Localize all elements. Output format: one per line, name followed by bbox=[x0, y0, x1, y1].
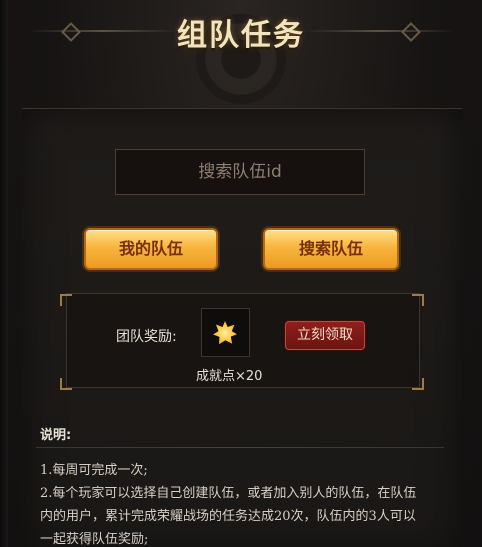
corner-ornament bbox=[60, 294, 72, 306]
my-team-button[interactable]: 我的队伍 bbox=[84, 228, 218, 270]
reward-count: 成就点×20 bbox=[196, 369, 263, 384]
team-reward-label: 团队奖励: bbox=[116, 329, 177, 345]
team-task-page: 组队任务 我的队伍 搜索队伍 团队奖励: 成就点×20 立刻领取 说明: 1.每… bbox=[0, 0, 482, 547]
corner-ornament bbox=[412, 378, 424, 390]
description-line: 2.每个玩家可以选择自己创建队伍，或者加入别人的队伍，在队伍 bbox=[40, 486, 417, 501]
corner-ornament bbox=[60, 378, 72, 390]
page-title: 组队任务 bbox=[177, 18, 305, 53]
search-team-id-input[interactable] bbox=[115, 149, 365, 195]
description-text: 1.每周可完成一次; 2.每个玩家可以选择自己创建队伍，或者加入别人的队伍，在队… bbox=[40, 459, 450, 547]
description-line: 内的用户，累计完成荣耀战场的任务达成20次，队伍内的3人可以 bbox=[40, 509, 416, 524]
description-title: 说明: bbox=[40, 428, 72, 443]
description-line: 1.每周可完成一次; bbox=[40, 463, 148, 478]
claim-reward-button[interactable]: 立刻领取 bbox=[285, 321, 365, 350]
torn-edge-decoration bbox=[0, 0, 8, 547]
search-team-button[interactable]: 搜索队伍 bbox=[263, 228, 399, 270]
description-line: 一起获得队伍奖励; bbox=[40, 532, 149, 547]
corner-ornament bbox=[412, 294, 424, 306]
divider bbox=[36, 447, 444, 448]
